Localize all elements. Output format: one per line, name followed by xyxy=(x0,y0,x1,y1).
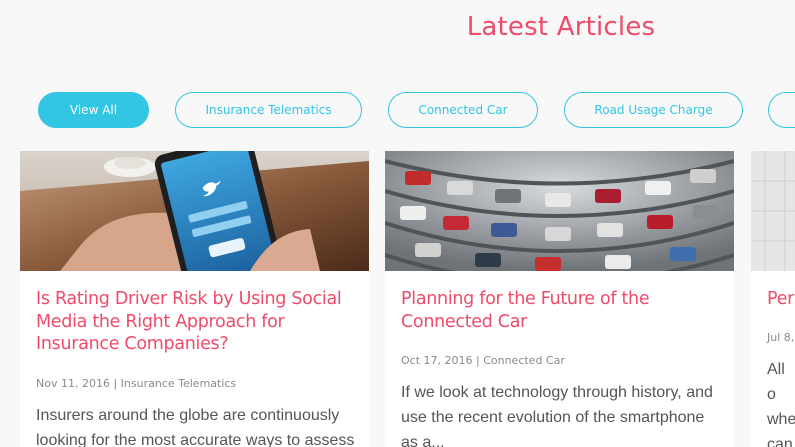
article-thumbnail-parking-tower[interactable] xyxy=(385,151,734,271)
article-title[interactable]: Pers xyxy=(767,288,795,311)
article-card[interactable]: Is Rating Driver Risk by Using Social Me… xyxy=(20,151,369,447)
page-title: Latest Articles xyxy=(466,12,656,42)
filter-next-button[interactable] xyxy=(768,92,795,128)
filter-insurance-telematics-button[interactable]: Insurance Telematics xyxy=(175,92,362,128)
article-excerpt: All o whe can. xyxy=(767,361,795,447)
filter-view-all-button[interactable]: View All xyxy=(38,92,149,128)
article-title[interactable]: Is Rating Driver Risk by Using Social Me… xyxy=(36,288,356,356)
article-meta: Oct 17, 2016 | Connected Car xyxy=(401,354,565,367)
article-thumbnail-tiles[interactable] xyxy=(751,151,795,271)
article-card[interactable]: Planning for the Future of the Connected… xyxy=(385,151,734,447)
filter-connected-car-button[interactable]: Connected Car xyxy=(388,92,538,128)
article-date: Jul 8, xyxy=(767,331,795,344)
article-excerpt: Insurers around the globe are continuous… xyxy=(36,407,355,447)
article-date: Oct 17, 2016 xyxy=(401,354,473,367)
article-thumbnail-phone-social-media[interactable] xyxy=(20,151,369,271)
article-meta: Nov 11, 2016 | Insurance Telematics xyxy=(36,377,237,390)
article-category-link[interactable]: Insurance Telematics xyxy=(121,377,237,390)
filter-road-usage-charge-button[interactable]: Road Usage Charge xyxy=(564,92,743,128)
article-category-link[interactable]: Connected Car xyxy=(483,354,565,367)
article-excerpt: If we look at technology through history… xyxy=(401,384,713,447)
category-filter-bar: View All Insurance Telematics Connected … xyxy=(0,92,795,128)
article-title[interactable]: Planning for the Future of the Connected… xyxy=(401,288,723,333)
article-card[interactable]: Pers Jul 8, All o whe can. xyxy=(751,151,795,447)
article-date: Nov 11, 2016 xyxy=(36,377,110,390)
